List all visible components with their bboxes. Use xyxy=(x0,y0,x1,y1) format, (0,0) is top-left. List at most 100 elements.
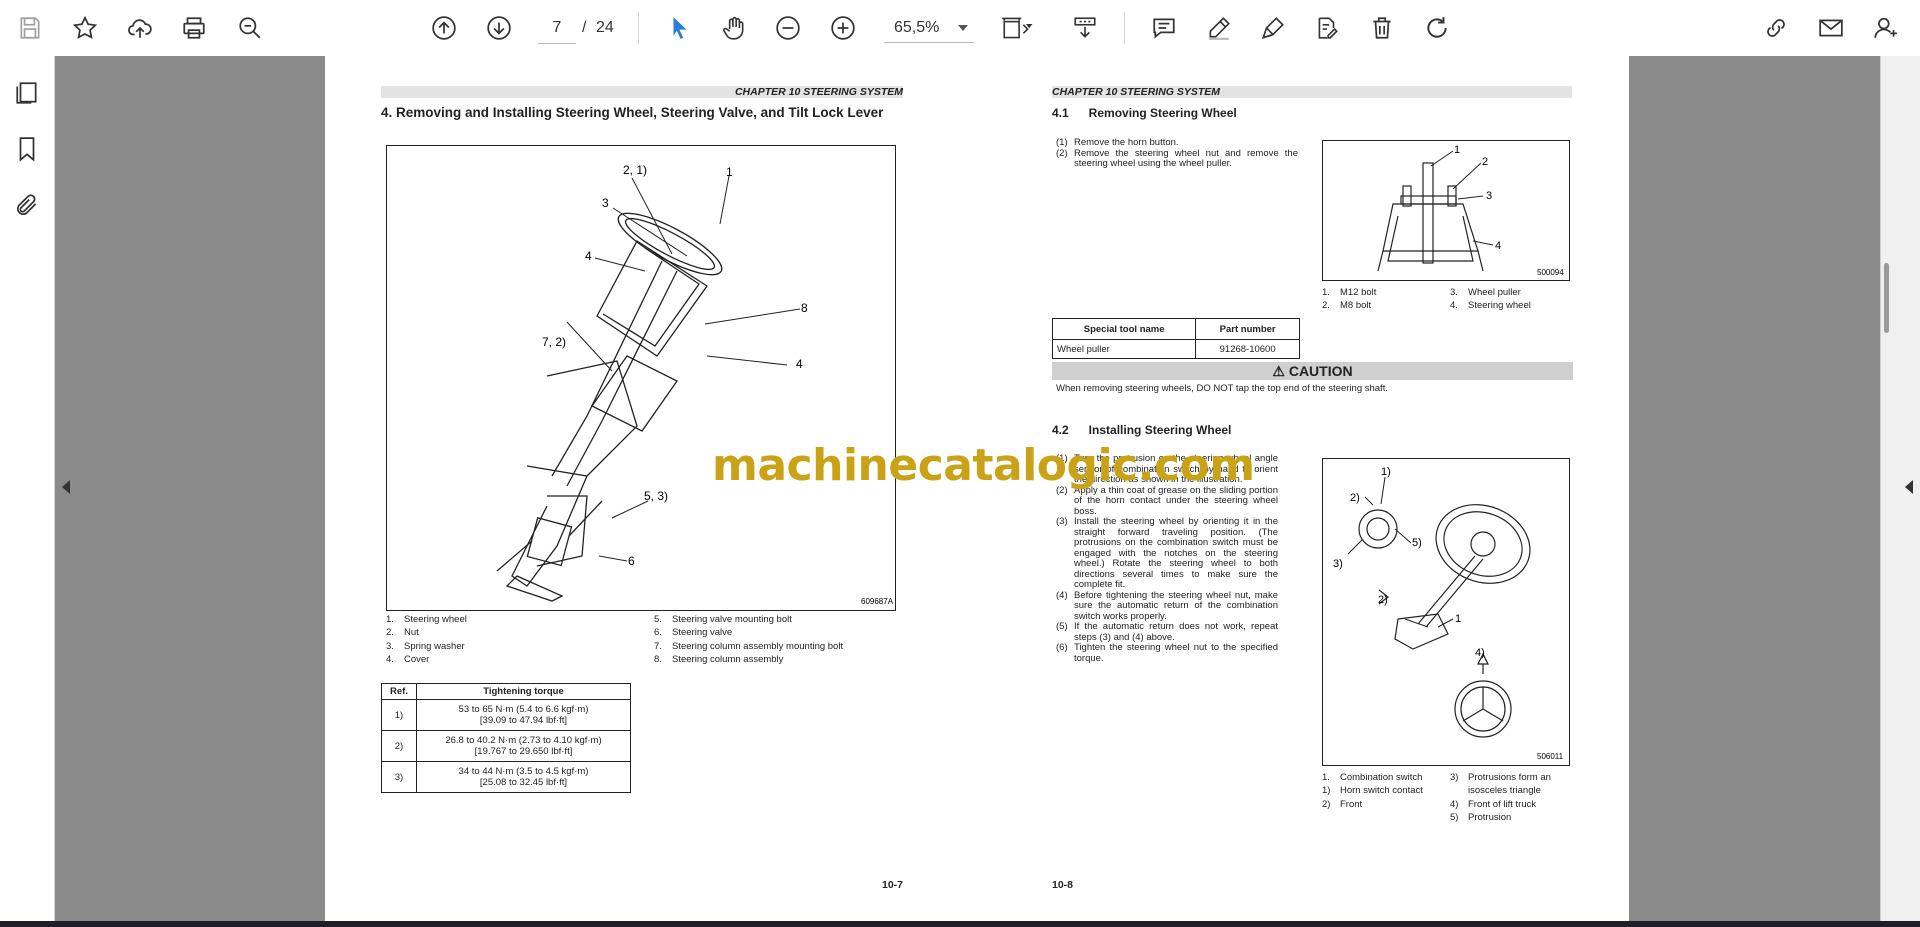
watermark-text: machinecatalogic.com xyxy=(712,440,1255,491)
figure-code: 506011 xyxy=(1537,752,1564,761)
table-row: 1) 53 to 65 N·m (5.4 to 6.6 kgf·m) [39.09… xyxy=(381,699,631,731)
callout-label: 7, 2) xyxy=(542,335,566,349)
wheel-puller-illustration: 1 2 3 4 500094 xyxy=(1377,144,1564,277)
page-number-input[interactable]: 7 xyxy=(538,13,576,44)
page-thumbnails-icon[interactable] xyxy=(12,78,42,108)
add-user-icon[interactable] xyxy=(1870,12,1902,44)
attachment-icon[interactable] xyxy=(12,190,42,220)
callout-label: 5, 3) xyxy=(644,489,668,503)
installation-figure: 1) 2) 5) 3) 2) 1 4) 506011 xyxy=(1322,458,1570,766)
page-number: 10-7 xyxy=(882,879,904,891)
callout-label: 1 xyxy=(1455,613,1461,625)
cloud-upload-icon[interactable] xyxy=(124,12,156,44)
page-separator: / xyxy=(582,19,587,36)
callout-label: 4 xyxy=(1495,240,1501,252)
step-item: (1) Remove the horn button. xyxy=(1056,137,1179,148)
hand-tool-icon[interactable] xyxy=(718,12,750,44)
expand-right-panel-icon[interactable] xyxy=(1905,480,1913,494)
legend-item: 4. Steering wheel xyxy=(1450,300,1531,312)
legend-item: 2. M8 bolt xyxy=(1322,300,1372,312)
figure-legend-right: 5. Steering valve mounting bolt 6. Steerin… xyxy=(654,613,843,666)
star-icon[interactable] xyxy=(69,12,101,44)
right-sidebar xyxy=(1880,56,1920,921)
top-toolbar: 7 / 24 65,5% xyxy=(0,0,1920,57)
callout-label: 1 xyxy=(726,165,733,179)
figure-code: 500094 xyxy=(1537,268,1564,277)
table-row: 2) 26.8 to 40.2 N·m (2.73 to 4.10 kgf·m)… xyxy=(381,730,631,762)
legend-item: 6. Steering valve xyxy=(654,627,733,639)
wheel-puller-figure: 1 2 3 4 500094 xyxy=(1322,140,1570,281)
section-heading: 4.2 Installing Steering Wheel xyxy=(1052,423,1232,437)
legend-item: 1) Horn switch contact xyxy=(1322,785,1423,797)
vertical-scrollbar[interactable] xyxy=(1884,263,1889,333)
legend-item: 2. Nut xyxy=(386,627,419,639)
previous-page-icon[interactable] xyxy=(428,12,460,44)
tightening-torque-table: Ref. Tightening torque 1) 53 to 65 N·m (… xyxy=(381,683,631,793)
callout-label: 2, 1) xyxy=(623,163,647,177)
caution-text: When removing steering wheels, DO NOT ta… xyxy=(1056,383,1388,394)
link-edit-icon[interactable] xyxy=(1760,12,1792,44)
page-fit-icon[interactable] xyxy=(996,12,1038,44)
legend-item: 8. Steering column assembly xyxy=(654,653,784,665)
highlight-pen-icon[interactable] xyxy=(1203,12,1235,44)
zoom-out-icon[interactable] xyxy=(772,12,804,44)
callout-label: 2) xyxy=(1350,492,1360,504)
next-page-icon[interactable] xyxy=(483,12,515,44)
legend-item: 3. Spring washer xyxy=(386,640,465,652)
legend-item: 4) Front of lift truck xyxy=(1450,798,1537,810)
page-number: 10-8 xyxy=(1052,879,1074,891)
callout-label: 8 xyxy=(801,301,808,315)
zoom-level-select[interactable]: 65,5% xyxy=(884,13,974,43)
chapter-header: CHAPTER 10 STEERING SYSTEM xyxy=(1052,86,1572,98)
step-item: (2) Remove the steering wheel nut and rem… xyxy=(1056,147,1298,169)
legend-item: 3. Wheel puller xyxy=(1450,287,1521,298)
legend-item: 5) Protrusion xyxy=(1450,811,1512,823)
zoom-in-icon[interactable] xyxy=(827,12,859,44)
callout-label: 4) xyxy=(1475,647,1485,659)
chapter-header: CHAPTER 10 STEERING SYSTEM xyxy=(381,86,903,98)
callout-label: 4 xyxy=(796,357,803,371)
print-icon[interactable] xyxy=(178,12,210,44)
figure-legend-right: 3) Protrusions form an isosceles triangle… xyxy=(1450,771,1568,824)
redo-icon[interactable] xyxy=(1421,12,1453,44)
save-icon[interactable] xyxy=(14,12,46,44)
legend-item: 4. Cover xyxy=(386,653,430,665)
steering-assembly-figure: 2, 1) 1 3 4 8 7, 2) 4 5, 3) 6 609687A xyxy=(386,145,896,611)
step-item: (3) Install the steering wheel by orienti… xyxy=(1056,516,1278,590)
select-cursor-icon[interactable] xyxy=(664,12,696,44)
edit-document-icon[interactable] xyxy=(1311,12,1343,44)
figure-legend-left: 1. M12 bolt 2. M8 bolt xyxy=(1322,286,1376,313)
figure-legend-left: 1. Combination switch 1) Horn switch conta… xyxy=(1322,771,1423,811)
figure-code: 609687A xyxy=(861,597,894,606)
chevron-down-icon xyxy=(958,25,968,31)
special-tool-table: Special tool name Part number Wheel pull… xyxy=(1051,318,1300,359)
table-header: Special tool name xyxy=(1051,318,1197,340)
table-header: Tightening torque xyxy=(416,683,631,700)
steering-column-illustration: 2, 1) 1 3 4 8 7, 2) 4 5, 3) 6 609687A xyxy=(496,163,894,606)
callout-label: 2 xyxy=(1482,156,1488,168)
draw-icon[interactable] xyxy=(1257,12,1289,44)
trash-icon[interactable] xyxy=(1366,12,1398,44)
figure-legend-right: 3. Wheel puller 4. Steering wheel xyxy=(1450,286,1531,313)
bookmark-icon[interactable] xyxy=(12,134,42,164)
callout-label: 3 xyxy=(1486,190,1492,202)
comment-icon[interactable] xyxy=(1148,12,1180,44)
zoom-level-value: 65,5% xyxy=(894,19,940,36)
figure-legend-left: 1. Steering wheel 2. Nut 3. Spring washer 4… xyxy=(386,613,467,666)
callout-label: 1) xyxy=(1381,466,1391,478)
legend-item: 7. Steering column assembly mounting bolt xyxy=(654,640,844,652)
legend-item: 5. Steering valve mounting bolt xyxy=(654,614,792,625)
zoom-search-icon[interactable] xyxy=(234,12,266,44)
legend-item: 1. M12 bolt xyxy=(1322,287,1377,298)
callout-label: 6 xyxy=(628,554,635,568)
callout-label: 1 xyxy=(1454,144,1460,156)
collapse-left-panel-icon[interactable] xyxy=(62,480,70,494)
section-heading: 4.1 Removing Steering Wheel xyxy=(1052,106,1237,120)
callout-label: 5) xyxy=(1412,537,1422,549)
toolbar-divider xyxy=(638,12,639,44)
mail-icon[interactable] xyxy=(1815,12,1847,44)
page-total: 24 xyxy=(596,19,614,36)
legend-item: 3) Protrusions form an isosceles triangle xyxy=(1450,772,1551,797)
scroll-mode-icon[interactable] xyxy=(1069,12,1101,44)
table-header: Ref. xyxy=(381,683,417,700)
